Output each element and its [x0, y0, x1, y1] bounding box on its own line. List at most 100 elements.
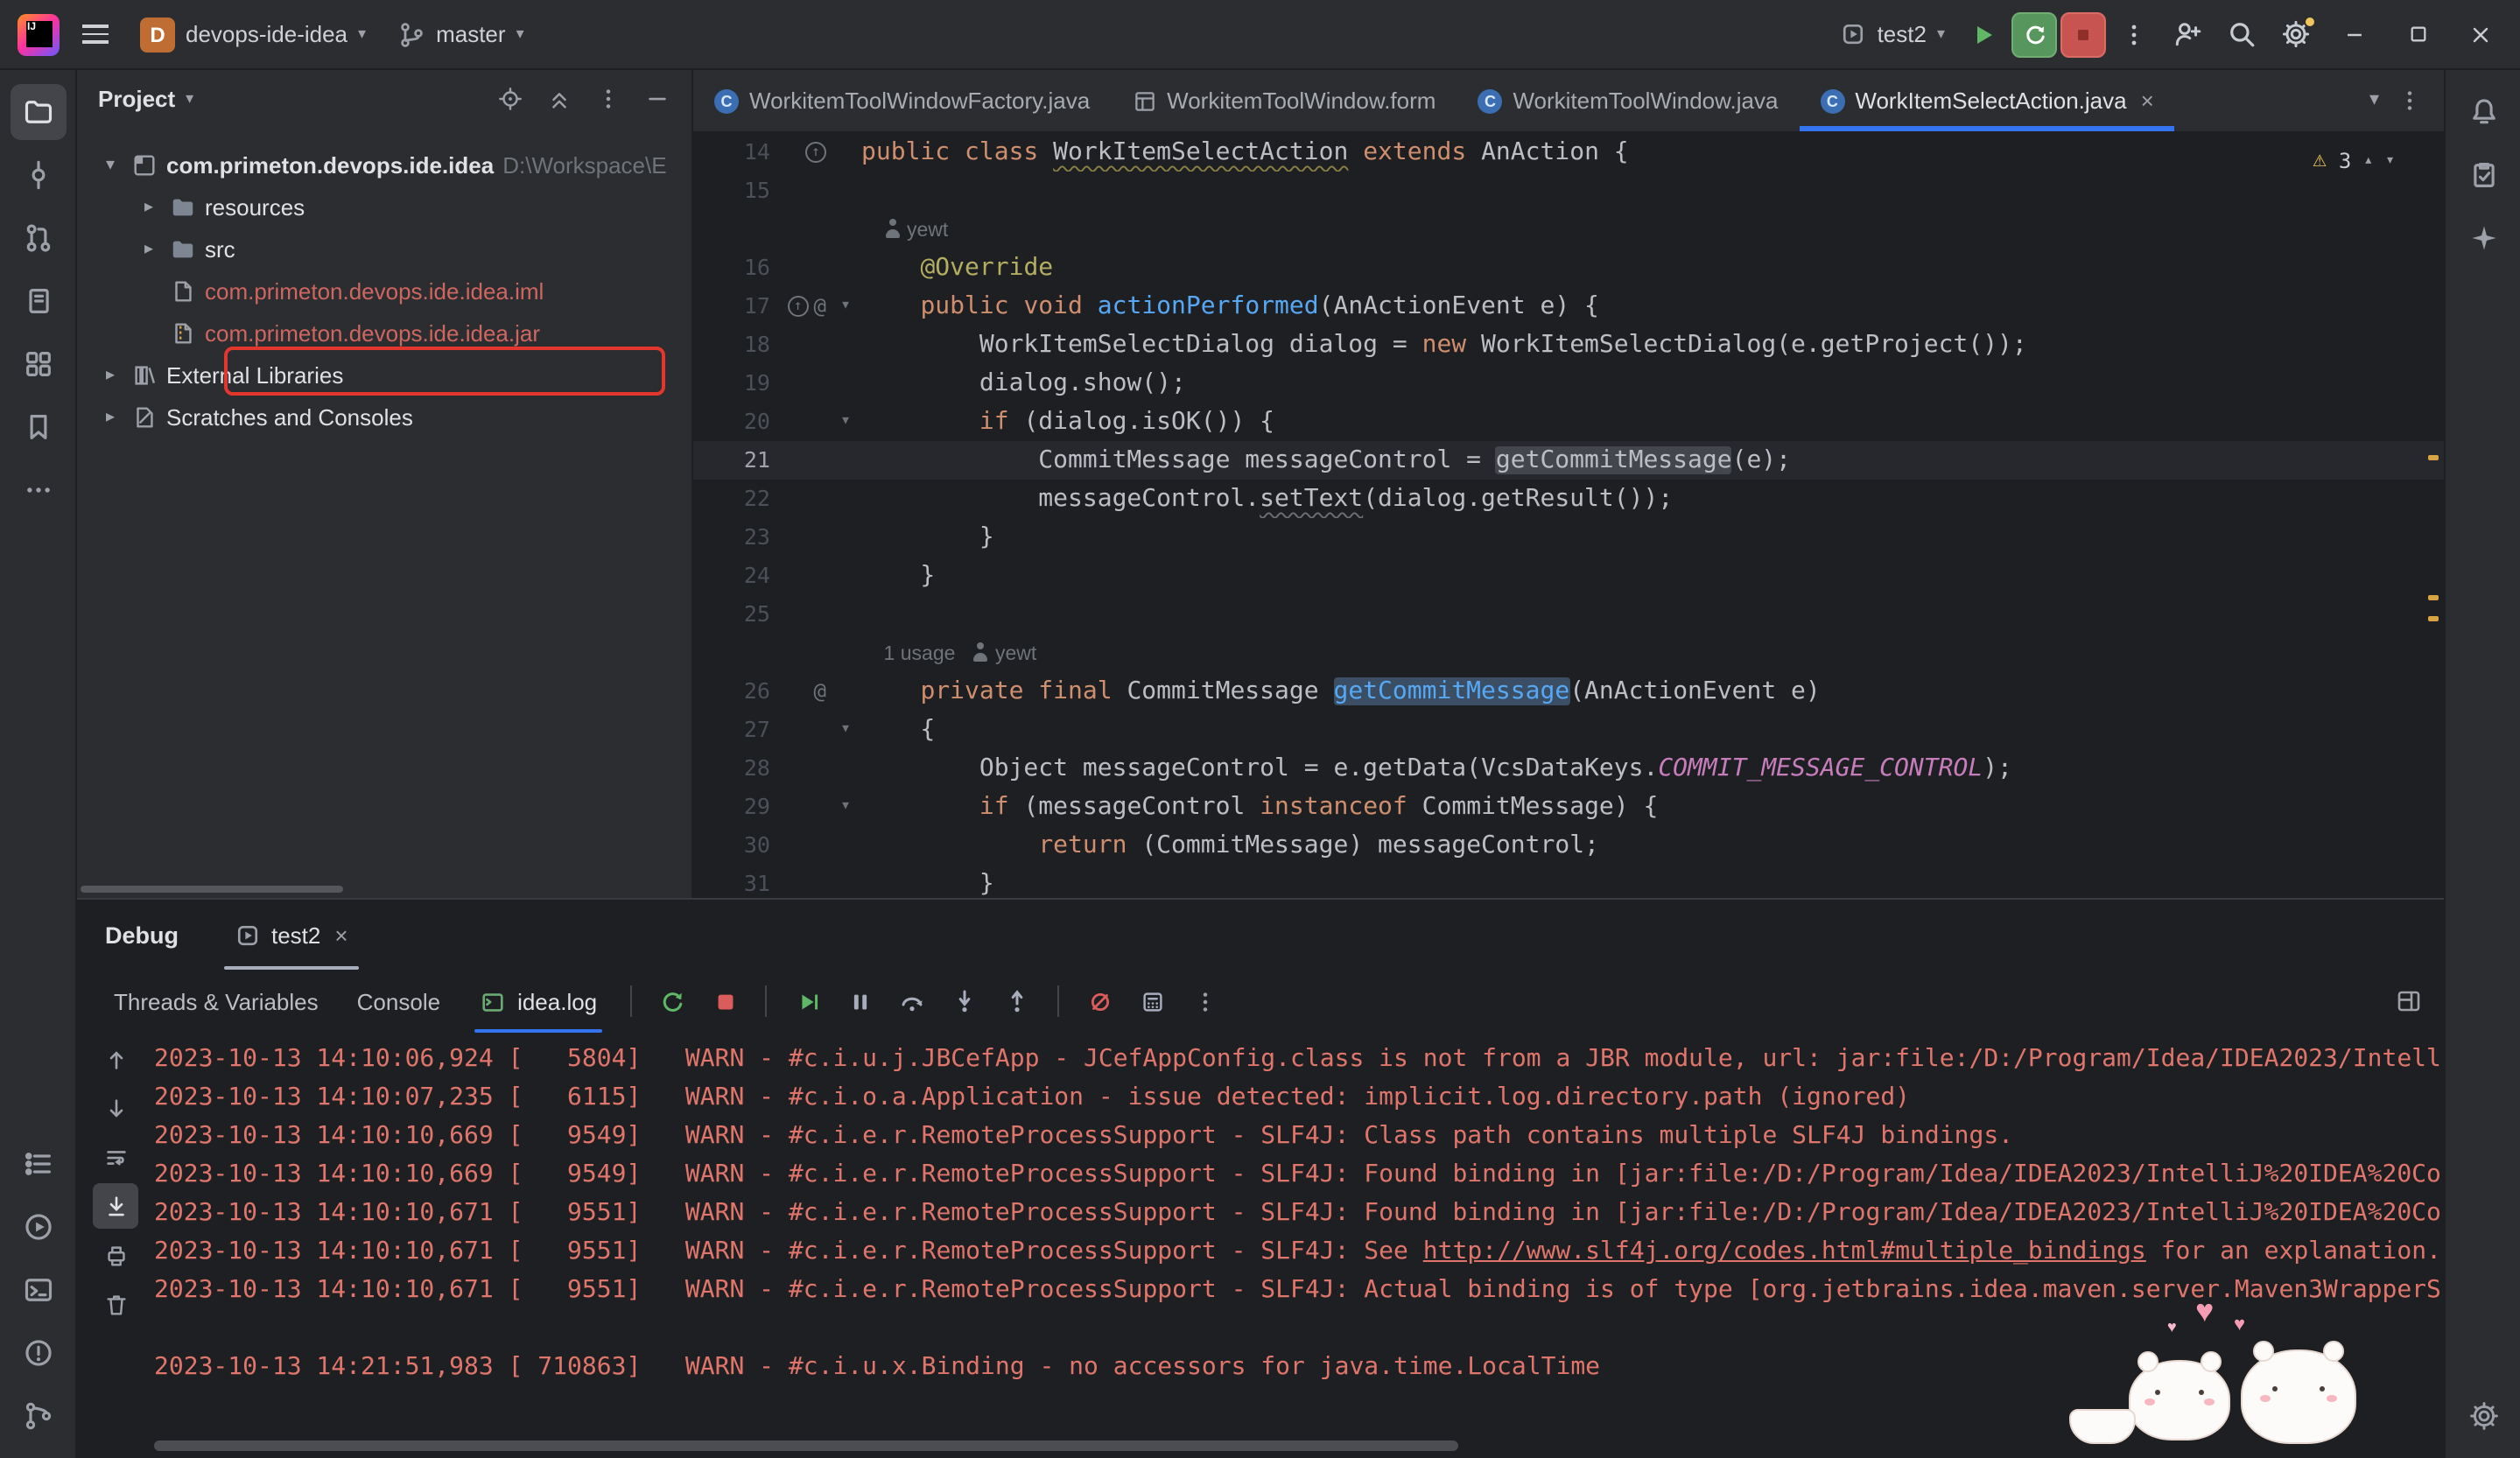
project-tool-button[interactable] [10, 84, 66, 140]
annotation-gutter-icon[interactable] [814, 296, 826, 317]
code-line[interactable]: 15 [693, 172, 2444, 210]
fold-icon[interactable]: ▾ [830, 788, 861, 826]
warning-mark[interactable] [2428, 616, 2439, 621]
log-link[interactable]: http://www.slf4j.org/codes.html#multiple… [1423, 1237, 2146, 1265]
tree-row-jar-file[interactable]: com.primeton.devops.ide.idea.jar [77, 312, 691, 354]
tree-row-scratches[interactable]: ▸ Scratches and Consoles [77, 396, 691, 438]
problems-tool-button[interactable] [10, 1325, 66, 1381]
fold-icon[interactable]: ▾ [830, 711, 861, 749]
run-configuration-selector[interactable]: test2 ▾ [1830, 10, 1955, 59]
resume-button[interactable] [784, 978, 830, 1024]
more-options-button[interactable] [2109, 10, 2158, 59]
todo-tool-button[interactable] [10, 1136, 66, 1192]
fold-icon[interactable]: ▾ [830, 403, 861, 441]
inspections-widget[interactable]: ⚠ 3 ▴ ▾ [2313, 147, 2395, 173]
rerun-button[interactable] [649, 978, 695, 1024]
structure-tool-button[interactable] [10, 336, 66, 392]
version-control-tool-button[interactable] [10, 1388, 66, 1444]
settings-button[interactable] [2271, 10, 2321, 59]
code-line[interactable]: 22 messageControl.setText(dialog.getResu… [693, 480, 2444, 518]
code-line[interactable]: 14public class WorkItemSelectAction exte… [693, 133, 2444, 172]
scroll-to-end-button[interactable] [93, 1183, 138, 1229]
tab-workitemtoolwindowfactory[interactable]: C WorkitemToolWindowFactory.java [693, 70, 1111, 131]
code-line[interactable]: 27▾ { [693, 711, 2444, 749]
terminal-tool-button[interactable] [10, 1262, 66, 1318]
hidden-tabs-chevron-icon[interactable]: ▾ [2369, 91, 2379, 110]
fold-icon[interactable]: ▾ [830, 287, 861, 326]
next-problem-icon[interactable]: ▾ [2385, 151, 2395, 169]
code-line[interactable]: 30 return (CommitMessage) messageControl… [693, 826, 2444, 865]
verification-button[interactable] [2455, 147, 2511, 203]
chevron-expanded-icon[interactable]: ▾ [98, 155, 123, 174]
code-with-me-button[interactable] [2162, 10, 2213, 59]
up-stack-button[interactable] [93, 1036, 138, 1082]
warning-mark[interactable] [2428, 455, 2439, 460]
clear-all-button[interactable] [93, 1281, 138, 1327]
project-horizontal-scrollbar[interactable] [81, 886, 343, 893]
tree-row-external-libraries[interactable]: ▸ External Libraries [77, 354, 691, 396]
step-out-button[interactable] [994, 978, 1040, 1024]
mute-breakpoints-button[interactable] [1077, 978, 1122, 1024]
hide-panel-button[interactable] [635, 77, 677, 119]
code-line[interactable]: 23 } [693, 518, 2444, 557]
code-line[interactable]: 24 } [693, 557, 2444, 595]
code-line[interactable]: 21 CommitMessage messageControl = getCom… [693, 441, 2444, 480]
chevron-collapsed-icon[interactable]: ▸ [137, 197, 161, 216]
override-gutter-icon[interactable] [788, 296, 809, 317]
rerun-debug-button[interactable] [2011, 11, 2057, 57]
project-options-button[interactable] [586, 77, 628, 119]
documentation-tool-button[interactable] [10, 273, 66, 329]
warning-mark[interactable] [2428, 595, 2439, 600]
chevron-collapsed-icon[interactable]: ▸ [98, 365, 123, 384]
debug-more-options-button[interactable] [1182, 978, 1227, 1024]
layout-settings-button[interactable] [2395, 987, 2444, 1015]
tab-console[interactable]: Console [338, 970, 460, 1033]
annotation-gutter-icon[interactable] [814, 681, 826, 702]
run-tool-button[interactable] [10, 1199, 66, 1255]
print-button[interactable] [93, 1232, 138, 1278]
run-button[interactable] [1959, 10, 2008, 59]
code-vision-line[interactable]: 1 usage yewt [693, 634, 2444, 672]
bookmarks-tool-button[interactable] [10, 399, 66, 455]
branch-selector[interactable]: master ▾ [387, 10, 535, 59]
previous-problem-icon[interactable]: ▴ [2363, 151, 2373, 169]
ide-settings-button[interactable] [2455, 1388, 2511, 1444]
down-stack-button[interactable] [93, 1085, 138, 1131]
debug-session-tab[interactable]: test2 × [224, 900, 359, 970]
close-session-icon[interactable]: × [334, 922, 347, 948]
project-selector[interactable]: D devops-ide-idea ▾ [130, 10, 376, 59]
code-vision-line[interactable]: yewt [693, 210, 2444, 249]
tree-row-resources[interactable]: ▸ resources [77, 186, 691, 228]
collapse-all-button[interactable] [537, 77, 579, 119]
error-stripe[interactable] [2423, 196, 2444, 898]
kebab-menu-icon[interactable] [2397, 88, 2423, 114]
tree-row-src[interactable]: ▸ src [77, 228, 691, 270]
code-line[interactable]: 31 } [693, 865, 2444, 898]
code-line[interactable]: 26 private final CommitMessage getCommit… [693, 672, 2444, 711]
close-tab-icon[interactable]: × [2141, 88, 2154, 114]
stop-debug-button[interactable] [702, 978, 748, 1024]
code-editor[interactable]: 14public class WorkItemSelectAction exte… [693, 133, 2444, 898]
tab-workitemtoolwindow-form[interactable]: WorkitemToolWindow.form [1111, 70, 1457, 131]
main-menu-button[interactable] [70, 10, 119, 59]
locate-file-button[interactable] [488, 77, 530, 119]
close-button[interactable] [2451, 8, 2510, 60]
override-gutter-icon[interactable] [805, 142, 826, 163]
code-line[interactable]: 17▾ public void actionPerformed(AnAction… [693, 287, 2444, 326]
tab-threads-variables[interactable]: Threads & Variables [95, 970, 338, 1033]
console-horizontal-scrollbar[interactable] [154, 1440, 1458, 1451]
stop-button[interactable] [2060, 11, 2106, 57]
code-line[interactable]: 16 @Override [693, 249, 2444, 287]
chevron-collapsed-icon[interactable]: ▸ [98, 407, 123, 426]
code-line[interactable]: 28 Object messageControl = e.getData(Vcs… [693, 749, 2444, 788]
notifications-button[interactable] [2455, 84, 2511, 140]
code-line[interactable]: 19 dialog.show(); [693, 364, 2444, 403]
evaluate-expression-button[interactable] [1129, 978, 1175, 1024]
more-tools-button[interactable] [10, 462, 66, 518]
commit-tool-button[interactable] [10, 147, 66, 203]
pull-requests-tool-button[interactable] [10, 210, 66, 266]
tab-workitemselectaction-java[interactable]: C WorkItemSelectAction.java × [1799, 70, 2174, 131]
maximize-button[interactable] [2388, 8, 2447, 60]
tree-row-iml-file[interactable]: com.primeton.devops.ide.idea.iml [77, 270, 691, 312]
code-line[interactable]: 25 [693, 595, 2444, 634]
